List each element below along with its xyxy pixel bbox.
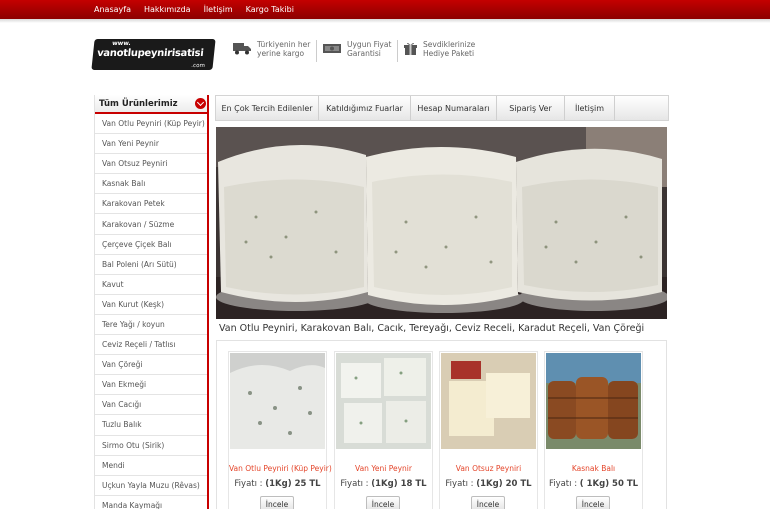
top-links: Anasayfa Hakkımızda İletişim Kargo Takib… — [94, 0, 307, 19]
tab-order[interactable]: Sipariş Ver — [497, 96, 565, 120]
top-link-about[interactable]: Hakkımızda — [144, 5, 191, 14]
banner-caption: Van Otlu Peyniri, Karakovan Balı, Cacık,… — [219, 323, 645, 334]
feature-shipping-line2: yerine kargo — [257, 49, 305, 58]
product-image[interactable] — [441, 353, 536, 449]
sidebar-item[interactable]: Van Kurut (Keşk) — [95, 295, 207, 315]
price-value: ( 1Kg) 50 TL — [579, 479, 639, 489]
top-navigation-bar: Anasayfa Hakkımızda İletişim Kargo Takib… — [0, 0, 770, 19]
product-price: Fiyatı : (1Kg) 20 TL — [440, 479, 537, 489]
price-label: Fiyatı : — [548, 479, 578, 489]
logo-www: www. — [111, 40, 132, 47]
feature-divider — [397, 40, 398, 62]
product-image[interactable] — [230, 353, 325, 449]
price-label: Fiyatı : — [340, 479, 369, 489]
product-image[interactable] — [336, 353, 431, 449]
sidebar-item[interactable]: Van Yeni Peynir — [95, 134, 207, 155]
price-label: Fiyatı : — [445, 479, 474, 489]
sidebar-title: Tüm Ürünlerimiz — [99, 99, 178, 109]
category-sidebar: Tüm Ürünlerimiz Van Otlu Peyniri (Küp Pe… — [94, 95, 209, 509]
feature-gift-line1: Sevdiklerinize — [423, 40, 476, 49]
sidebar-item[interactable]: Tuzlu Balık — [95, 415, 207, 436]
banner-image — [216, 127, 667, 319]
sidebar-item[interactable]: Sirmo Otu (Sirik) — [95, 436, 207, 456]
product-card[interactable]: Kasnak Balı Fiyatı : ( 1Kg) 50 TL İncele — [544, 351, 643, 509]
feature-shipping: Türkiyenin her yerine kargo — [233, 40, 310, 58]
product-card[interactable]: Van Yeni Peynir Fiyatı : (1Kg) 18 TL İnc… — [334, 351, 433, 509]
feature-price: Uygun Fiyat Garantisi — [323, 40, 391, 58]
product-price: Fiyatı : (1Kg) 25 TL — [229, 479, 326, 489]
logo-name: vanotlupeynirisatisi — [96, 48, 204, 59]
inspect-button[interactable]: İncele — [471, 496, 505, 509]
sidebar-item[interactable]: Van Ekmeği — [95, 375, 207, 396]
topbar-shadow — [0, 19, 770, 23]
top-link-cargo-tracking[interactable]: Kargo Takibi — [246, 5, 294, 14]
feature-gift-line2: Hediye Paketi — [423, 49, 475, 58]
top-link-contact[interactable]: İletişim — [204, 5, 233, 14]
main-nav: En Çok Tercih Edilenler Katıldığımız Fua… — [215, 95, 669, 121]
product-price: Fiyatı : ( 1Kg) 50 TL — [545, 479, 642, 489]
sidebar-item[interactable]: Manda Kaymağı — [95, 496, 207, 509]
product-name[interactable]: Van Otlu Peyniri (Küp Peyir) — [229, 464, 332, 473]
logo-tld: .com — [190, 63, 206, 69]
tab-fairs[interactable]: Katıldığımız Fuarlar — [319, 96, 411, 120]
sidebar-item[interactable]: Karakovan Petek — [95, 194, 207, 215]
sidebar-item[interactable]: Mendi — [95, 456, 207, 476]
truck-icon — [233, 43, 251, 55]
feature-price-line2: Garantisi — [347, 49, 381, 58]
price-value: (1Kg) 18 TL — [371, 479, 427, 489]
chevron-down-icon[interactable] — [195, 98, 206, 109]
sidebar-item[interactable]: Van Çöreği — [95, 355, 207, 376]
sidebar-header[interactable]: Tüm Ürünlerimiz — [95, 95, 207, 114]
sidebar-item[interactable]: Van Otlu Peyniri (Küp Peyir) — [95, 114, 207, 135]
sidebar-item[interactable]: Ceviz Reçeli / Tatlısı — [95, 335, 207, 356]
feature-price-line1: Uygun Fiyat — [347, 40, 392, 49]
price-value: (1Kg) 20 TL — [476, 479, 532, 489]
sidebar-item[interactable]: Kasnak Balı — [95, 174, 207, 195]
cheese-photo — [216, 127, 667, 319]
sidebar-item[interactable]: Tere Yağı / koyun — [95, 315, 207, 336]
inspect-button[interactable]: İncele — [260, 496, 294, 509]
feature-divider — [316, 40, 317, 62]
product-card[interactable]: Van Otsuz Peyniri Fiyatı : (1Kg) 20 TL İ… — [439, 351, 538, 509]
tab-contact[interactable]: İletişim — [565, 96, 615, 120]
product-price: Fiyatı : (1Kg) 18 TL — [335, 479, 432, 489]
gift-icon — [404, 42, 417, 55]
product-image[interactable] — [546, 353, 641, 449]
product-grid: Van Otlu Peyniri (Küp Peyir) Fiyatı : (1… — [216, 340, 667, 509]
product-card[interactable]: Van Otlu Peyniri (Küp Peyir) Fiyatı : (1… — [228, 351, 332, 509]
sidebar-item[interactable]: Karakovan / Süzme — [95, 214, 207, 235]
top-link-home[interactable]: Anasayfa — [94, 5, 131, 14]
price-value: (1Kg) 25 TL — [265, 479, 321, 489]
feature-gift: Sevdiklerinize Hediye Paketi — [404, 40, 475, 58]
feature-shipping-line1: Türkiyenin her — [257, 40, 311, 49]
money-icon — [323, 44, 341, 53]
inspect-button[interactable]: İncele — [366, 496, 400, 509]
tab-bank-accounts[interactable]: Hesap Numaraları — [411, 96, 497, 120]
sidebar-item[interactable]: Bal Poleni (Arı Sütü) — [95, 255, 207, 275]
sidebar-item[interactable]: Van Cacığı — [95, 395, 207, 416]
price-label: Fiyatı : — [234, 479, 263, 489]
product-name[interactable]: Kasnak Balı — [545, 464, 642, 473]
sidebar-item[interactable]: Van Otsuz Peyniri — [95, 154, 207, 175]
sidebar-item[interactable]: Kavut — [95, 275, 207, 295]
site-logo[interactable]: www. vanotlupeynirisatisi .com — [91, 39, 216, 70]
tab-most-preferred[interactable]: En Çok Tercih Edilenler — [216, 96, 319, 120]
sidebar-item[interactable]: Çerçeve Çiçek Balı — [95, 235, 207, 255]
inspect-button[interactable]: İncele — [576, 496, 610, 509]
sidebar-item[interactable]: Uçkun Yayla Muzu (Rêvas) — [95, 476, 207, 496]
product-name[interactable]: Van Yeni Peynir — [335, 464, 432, 473]
product-name[interactable]: Van Otsuz Peyniri — [440, 464, 537, 473]
